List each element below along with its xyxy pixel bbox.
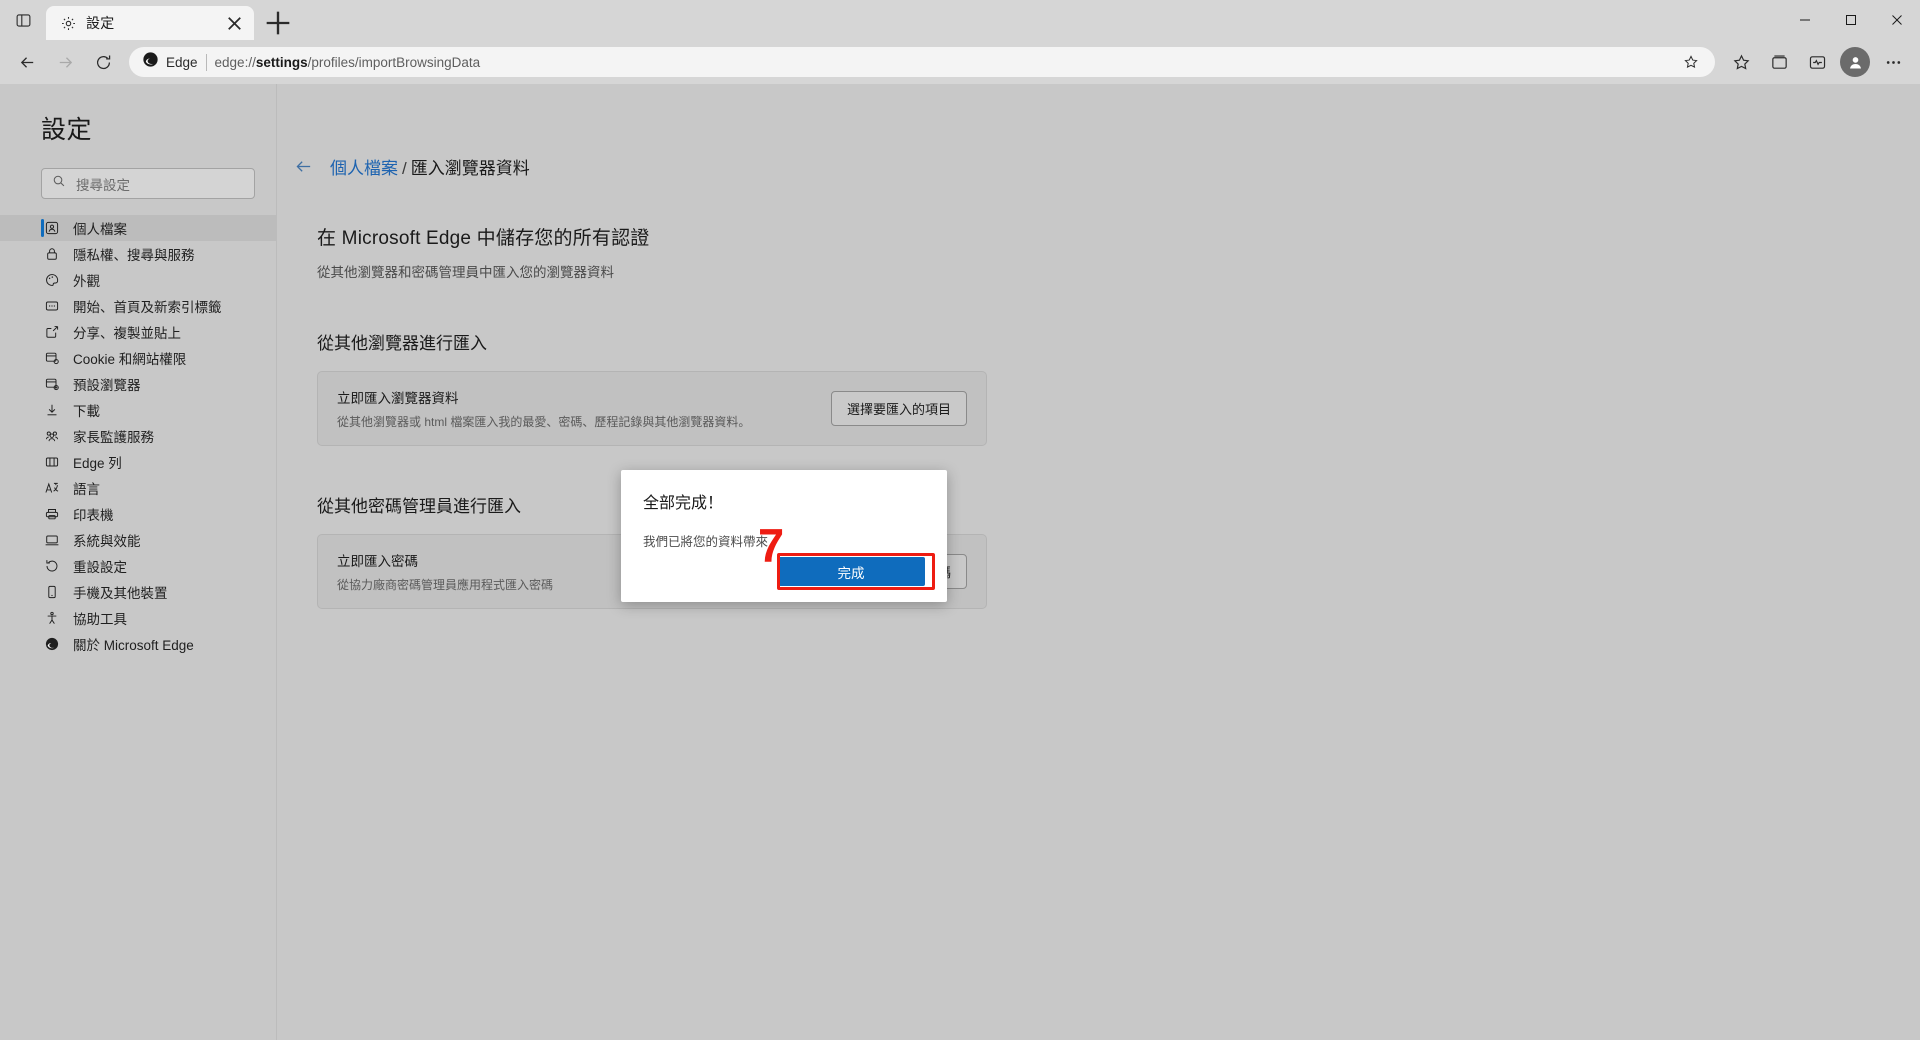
profile-avatar[interactable] bbox=[1840, 47, 1870, 77]
maximize-button[interactable] bbox=[1828, 0, 1874, 40]
edge-browser-window: 設定 Edge edge://settings/profiles/importB… bbox=[0, 0, 1920, 1040]
tab-title: 設定 bbox=[86, 15, 115, 31]
title-bar: 設定 bbox=[0, 0, 1920, 40]
browser-tab-settings[interactable]: 設定 bbox=[46, 6, 254, 40]
dialog-title: 全部完成！ bbox=[643, 495, 724, 512]
browser-toolbar: Edge edge://settings/profiles/importBrow… bbox=[0, 40, 1920, 84]
back-button[interactable] bbox=[9, 44, 45, 80]
refresh-button[interactable] bbox=[85, 44, 121, 80]
forward-button[interactable] bbox=[47, 44, 83, 80]
collections-button[interactable] bbox=[1761, 44, 1797, 80]
done-button[interactable]: 完成 bbox=[777, 557, 925, 586]
edge-brand: Edge bbox=[142, 51, 198, 73]
tab-actions-button[interactable] bbox=[0, 0, 46, 40]
minimize-button[interactable] bbox=[1782, 0, 1828, 40]
edge-logo-icon bbox=[142, 51, 159, 73]
new-tab-button[interactable] bbox=[261, 6, 295, 40]
edge-brand-label: Edge bbox=[166, 54, 198, 70]
close-window-button[interactable] bbox=[1874, 0, 1920, 40]
modal-overlay bbox=[0, 84, 1920, 1040]
browser-essentials-button[interactable] bbox=[1799, 44, 1835, 80]
settings-page: 設定 搜尋設定 個人檔案 隱私權、搜尋與服務 外觀 開始、首頁及新索引標籤 分享… bbox=[0, 84, 1920, 1040]
address-bar-url: edge://settings/profiles/importBrowsingD… bbox=[214, 54, 481, 70]
all-done-dialog: 全部完成！ 我們已將您的資料帶來 完成 bbox=[621, 470, 947, 602]
dialog-body-text: 我們已將您的資料帶來 bbox=[643, 535, 769, 549]
favorites-button[interactable] bbox=[1723, 44, 1759, 80]
settings-and-more-button[interactable] bbox=[1875, 44, 1911, 80]
gear-icon bbox=[60, 15, 77, 32]
window-controls bbox=[1782, 0, 1920, 40]
address-bar[interactable]: Edge edge://settings/profiles/importBrow… bbox=[129, 47, 1715, 77]
omnibox-divider bbox=[205, 53, 207, 71]
add-favorite-icon[interactable] bbox=[1677, 48, 1705, 76]
dialog-actions: 完成 bbox=[643, 557, 925, 586]
close-icon[interactable] bbox=[223, 12, 246, 35]
omnibox-actions bbox=[1677, 48, 1705, 76]
